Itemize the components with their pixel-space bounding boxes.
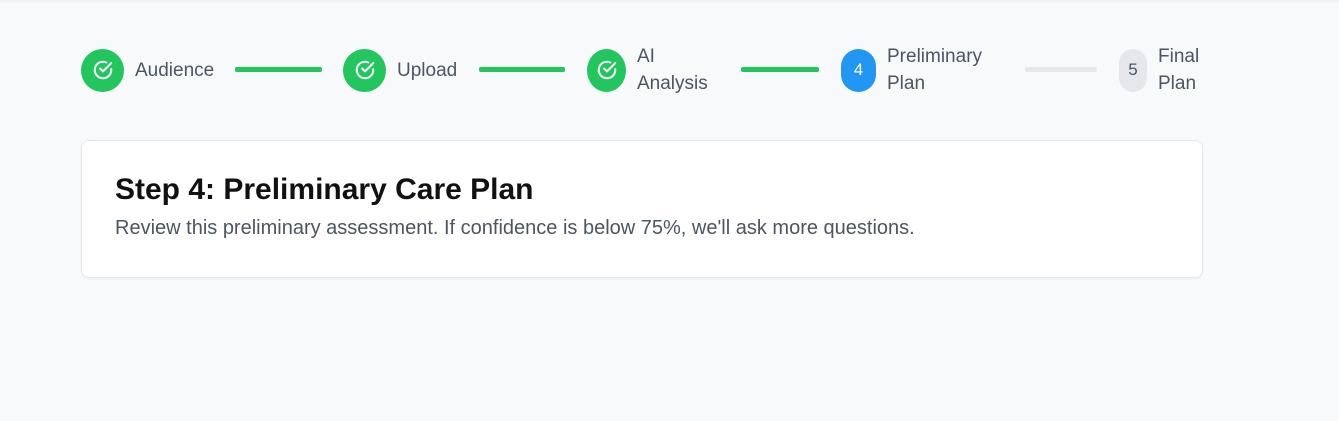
step-audience-check-icon — [81, 48, 124, 92]
step-upload-check-icon — [343, 48, 386, 92]
step-upload-label: Upload — [397, 59, 458, 81]
page-title: Step 4: Preliminary Care Plan — [115, 173, 534, 206]
step-content-card: Step 4: Preliminary Care Plan Review thi… — [81, 140, 1203, 278]
step-final-plan-number: 5 — [1119, 48, 1147, 92]
page-description: Review this preliminary assessment. If c… — [115, 217, 915, 239]
step-preliminary-plan[interactable]: 4 Preliminary Plan — [841, 45, 982, 95]
connector-3-4 — [741, 67, 819, 72]
connector-4-5 — [1025, 67, 1097, 72]
step-preliminary-plan-number: 4 — [841, 48, 876, 92]
connector-2-3 — [479, 67, 565, 72]
step-preliminary-plan-label: Preliminary Plan — [887, 46, 983, 94]
step-audience-label: Audience — [135, 59, 215, 81]
step-audience[interactable]: Audience — [81, 45, 214, 95]
step-final-plan[interactable]: 5 Final Plan — [1119, 45, 1199, 95]
step-ai-analysis-label: AI Analysis — [637, 46, 708, 94]
step-ai-analysis-check-icon — [587, 48, 626, 92]
top-divider — [0, 0, 1339, 2]
step-upload[interactable]: Upload — [343, 45, 457, 95]
step-final-plan-label: Final Plan — [1158, 46, 1200, 94]
step-number: 4 — [853, 60, 864, 79]
connector-1-2 — [235, 67, 322, 72]
step-ai-analysis[interactable]: AI Analysis — [587, 45, 708, 95]
progress-stepper: Audience Upload AI Analysis 4 Preliminar… — [81, 45, 1203, 95]
step-number: 5 — [1128, 60, 1138, 79]
